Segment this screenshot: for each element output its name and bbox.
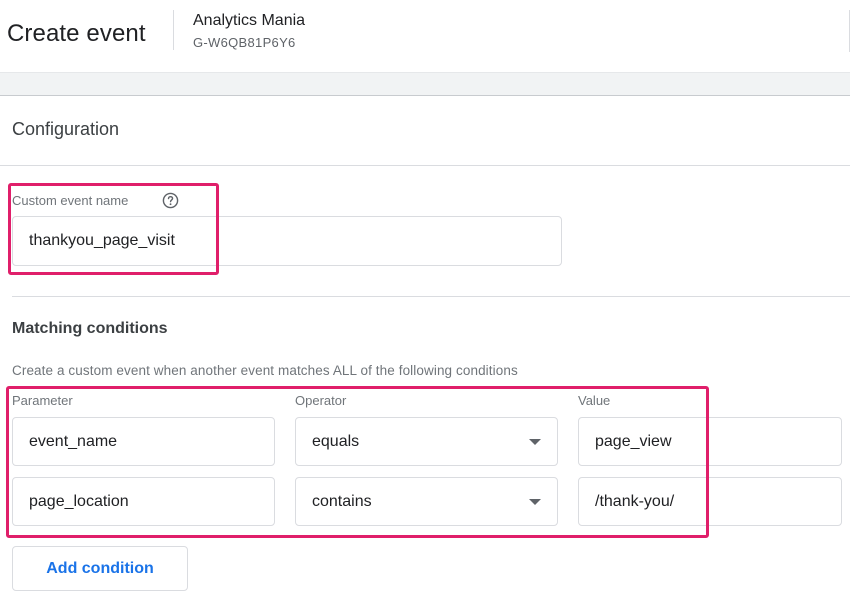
matching-conditions-highlight: [6, 386, 709, 538]
custom-event-name-highlight: [8, 183, 219, 275]
page-header: Create event Analytics Mania G-W6QB81P6Y…: [0, 0, 850, 72]
matching-conditions-hint: Create a custom event when another event…: [12, 363, 518, 378]
header-band: [0, 72, 850, 96]
header-divider: [173, 10, 174, 50]
account-name: Analytics Mania: [193, 12, 306, 29]
add-condition-button[interactable]: Add condition: [12, 546, 188, 591]
subsection-divider: [12, 296, 850, 297]
configuration-title: Configuration: [12, 119, 120, 139]
matching-conditions-title: Matching conditions: [12, 320, 168, 337]
property-id: G-W6QB81P6Y6: [193, 35, 296, 50]
page-title: Create event: [7, 20, 146, 47]
section-divider: [0, 165, 850, 166]
create-event-page: Create event Analytics Mania G-W6QB81P6Y…: [0, 0, 850, 604]
